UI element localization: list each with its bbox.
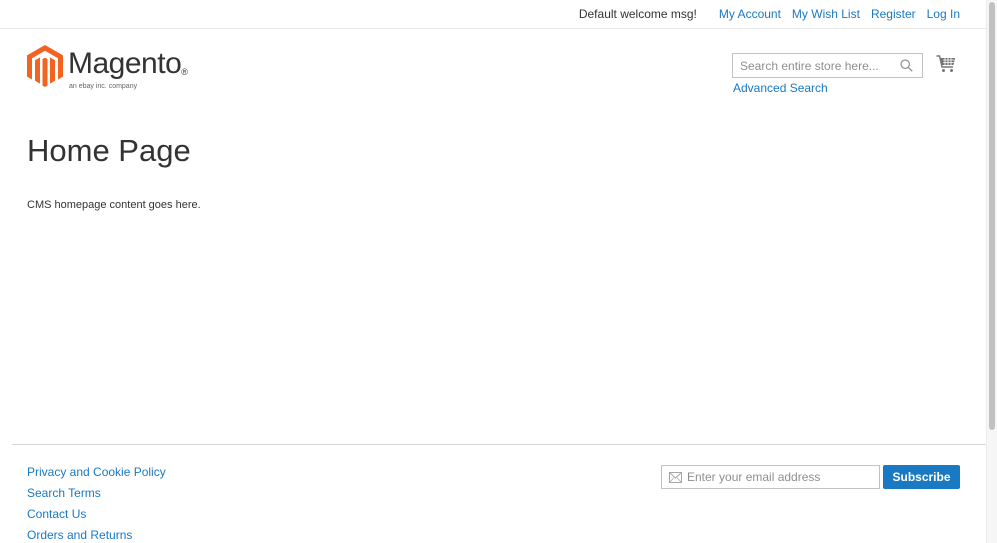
- footer-link-item: Search Terms: [27, 486, 166, 500]
- subscribe-button[interactable]: Subscribe: [883, 465, 960, 489]
- footer-links: Privacy and Cookie Policy Search Terms C…: [27, 465, 166, 543]
- header-links: Default welcome msg! My Account My Wish …: [579, 7, 960, 21]
- advanced-search-link[interactable]: Advanced Search: [733, 81, 828, 95]
- search-icon[interactable]: [900, 59, 913, 72]
- search-input[interactable]: [733, 54, 893, 77]
- footer-link-item: Contact Us: [27, 507, 166, 521]
- logo-registered-mark: ®: [181, 67, 188, 77]
- welcome-message: Default welcome msg!: [578, 7, 697, 21]
- orders-returns-link[interactable]: Orders and Returns: [27, 528, 132, 542]
- my-account-link[interactable]: My Account: [719, 7, 781, 21]
- footer-link-item: Privacy and Cookie Policy: [27, 465, 166, 479]
- privacy-cookie-policy-link[interactable]: Privacy and Cookie Policy: [27, 465, 166, 479]
- store-logo[interactable]: Magento® an ebay inc. company: [27, 45, 188, 93]
- newsletter-form: Subscribe: [661, 465, 960, 489]
- newsletter-email-input[interactable]: [687, 466, 877, 488]
- page: Default welcome msg! My Account My Wish …: [0, 0, 986, 543]
- scrollbar[interactable]: [986, 0, 997, 543]
- footer-link-item: Orders and Returns: [27, 528, 166, 542]
- email-field: [661, 465, 880, 489]
- cms-content: CMS homepage content goes here.: [27, 199, 201, 211]
- register-link[interactable]: Register: [871, 7, 916, 21]
- my-wish-list-link[interactable]: My Wish List: [792, 7, 860, 21]
- search-box: [732, 53, 923, 78]
- page-title: Home Page: [27, 133, 191, 168]
- logo-brand-text: Magento: [68, 47, 182, 80]
- magento-logo-icon: [27, 45, 63, 87]
- log-in-link[interactable]: Log In: [927, 7, 960, 21]
- contact-us-link[interactable]: Contact Us: [27, 507, 86, 521]
- search-terms-link[interactable]: Search Terms: [27, 486, 101, 500]
- top-header-bar: Default welcome msg! My Account My Wish …: [0, 0, 986, 29]
- logo-tagline: an ebay inc. company: [69, 83, 138, 90]
- mail-icon: [669, 472, 682, 483]
- footer: Privacy and Cookie Policy Search Terms C…: [12, 444, 986, 543]
- cart-icon[interactable]: [936, 55, 956, 73]
- scrollbar-thumb[interactable]: [989, 2, 995, 430]
